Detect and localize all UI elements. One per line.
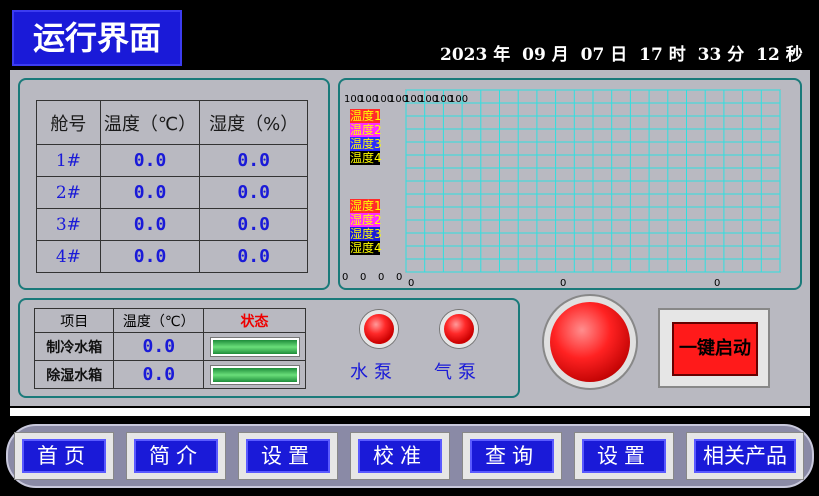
water-pump-lamp <box>360 310 398 348</box>
humidity-value: 0.0 <box>199 240 308 273</box>
nav-products-button[interactable]: 相关产品 <box>686 432 804 480</box>
second: 12 秒 <box>756 45 803 65</box>
cabin-number: 4# <box>36 240 101 273</box>
water-pump-label: 水泵 <box>350 362 398 383</box>
y-axis-min-label: 0 <box>360 272 366 283</box>
nav-settings-button[interactable]: 设置 <box>238 432 338 480</box>
col-header-temp: 温度（℃） <box>113 308 205 333</box>
one-key-start-button[interactable]: 一键启动 <box>672 322 758 376</box>
run-indicator-lamp <box>542 294 638 390</box>
day: 07 日 <box>580 45 628 65</box>
temp-value: 0.0 <box>99 208 201 241</box>
month: 09 月 <box>522 45 569 65</box>
cabin-env-table: 舱号 温度（℃） 湿度（%） 1# 0.0 0.0 2# 0.0 0.0 3# … <box>36 100 308 273</box>
nav-query-button[interactable]: 查询 <box>462 432 562 480</box>
minute: 33 分 <box>697 45 745 65</box>
nav-label: 首页 <box>22 439 106 473</box>
nav-label: 设置 <box>582 439 666 473</box>
y-axis-min-label: 0 <box>378 272 384 283</box>
x-axis-label: 0 <box>714 278 720 288</box>
x-axis-label: 0 <box>408 278 414 288</box>
col-header-item: 项目 <box>33 308 115 333</box>
nav-label: 简介 <box>134 439 218 473</box>
humidity-value: 0.0 <box>199 144 308 177</box>
trend-chart-panel: 10010010010010010010010000000000000温度1温度… <box>338 78 802 290</box>
y-axis-max-label: 100 <box>449 94 468 105</box>
tank-name: 除湿水箱 <box>33 360 115 389</box>
temp-value: 0.0 <box>99 176 201 209</box>
tank-name: 制冷水箱 <box>33 332 115 361</box>
nav-calibrate-button[interactable]: 校准 <box>350 432 450 480</box>
year: 2023 年 <box>440 45 511 65</box>
table-row: 2# 0.0 0.0 <box>36 176 308 209</box>
air-pump-lamp <box>440 310 478 348</box>
status-cell <box>203 360 306 389</box>
cabin-table-panel: 舱号 温度（℃） 湿度（%） 1# 0.0 0.0 2# 0.0 0.0 3# … <box>18 78 330 290</box>
humidity-value: 0.0 <box>199 208 308 241</box>
cabin-number: 3# <box>36 208 101 241</box>
legend-label: 温度4 <box>350 150 382 165</box>
nav-label: 校准 <box>358 439 442 473</box>
col-header-cabin: 舱号 <box>36 100 101 145</box>
nav-intro-button[interactable]: 简介 <box>126 432 226 480</box>
main-panel: 舱号 温度（℃） 湿度（%） 1# 0.0 0.0 2# 0.0 0.0 3# … <box>10 70 810 406</box>
legend-label: 湿度4 <box>350 240 382 255</box>
x-axis-label: 0 <box>560 278 566 288</box>
temp-value: 0.0 <box>99 240 201 273</box>
datetime-display: 2023 年 09 月 07 日 17 时 33 分 12 秒 <box>440 40 809 65</box>
hmi-screen: 运行界面 2023 年 09 月 07 日 17 时 33 分 12 秒 舱号 … <box>0 0 819 496</box>
legend-label: 湿度1 <box>350 198 382 213</box>
nav-settings2-button[interactable]: 设置 <box>574 432 674 480</box>
status-indicator-bar <box>209 364 300 385</box>
table-row: 制冷水箱 0.0 <box>33 332 306 361</box>
status-cell <box>203 332 306 361</box>
trend-chart: 10010010010010010010010000000000000温度1温度… <box>342 89 781 288</box>
bottom-nav: 首页 简介 设置 校准 查询 设置 相关产品 <box>6 424 814 488</box>
nav-home-button[interactable]: 首页 <box>14 432 114 480</box>
table-row: 除湿水箱 0.0 <box>33 360 306 389</box>
separator-strip <box>10 408 810 416</box>
legend-label: 湿度3 <box>350 226 382 241</box>
legend-label: 温度1 <box>350 108 382 123</box>
cabin-number: 2# <box>36 176 101 209</box>
nav-label: 查询 <box>470 439 554 473</box>
air-pump-label: 气泵 <box>434 362 482 383</box>
tank-temp-value: 0.0 <box>113 332 205 361</box>
table-row: 1# 0.0 0.0 <box>36 144 308 177</box>
col-header-status: 状态 <box>203 308 306 333</box>
cabin-number: 1# <box>36 144 101 177</box>
col-header-temp: 温度（℃） <box>99 100 201 145</box>
header: 运行界面 2023 年 09 月 07 日 17 时 33 分 12 秒 <box>0 0 819 70</box>
y-axis-min-label: 0 <box>342 272 348 283</box>
nav-label: 设置 <box>246 439 330 473</box>
tank-status-table: 项目 温度（℃） 状态 制冷水箱 0.0 除湿水箱 0.0 <box>33 308 306 389</box>
tank-temp-value: 0.0 <box>113 360 205 389</box>
run-indicator-lamp-light <box>550 302 630 382</box>
tank-status-panel: 项目 温度（℃） 状态 制冷水箱 0.0 除湿水箱 0.0 水泵 气泵 <box>18 298 520 398</box>
nav-label: 相关产品 <box>694 439 796 473</box>
legend-label: 温度3 <box>350 136 382 151</box>
hour: 17 时 <box>639 45 686 65</box>
legend-label: 湿度2 <box>350 212 382 227</box>
temp-value: 0.0 <box>99 144 201 177</box>
start-button-frame: 一键启动 <box>658 308 770 388</box>
status-indicator-bar <box>209 336 300 357</box>
table-row: 4# 0.0 0.0 <box>36 240 308 273</box>
legend-label: 温度2 <box>350 122 382 137</box>
page-title: 运行界面 <box>12 10 182 66</box>
y-axis-min-label: 0 <box>396 272 402 283</box>
table-row: 3# 0.0 0.0 <box>36 208 308 241</box>
col-header-humidity: 湿度（%） <box>199 100 308 145</box>
humidity-value: 0.0 <box>199 176 308 209</box>
